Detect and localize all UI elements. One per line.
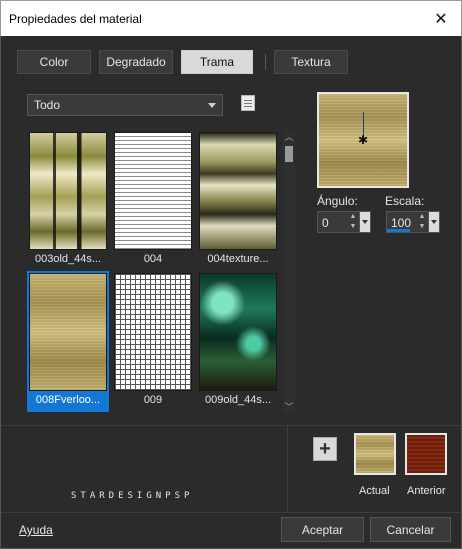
list-view-icon[interactable]: [241, 95, 255, 111]
divider: [1, 512, 461, 513]
chevron-down-icon: [208, 103, 216, 108]
scroll-down-icon[interactable]: ﹀: [283, 400, 295, 412]
pattern-swatch: [199, 273, 277, 391]
tab-color[interactable]: Color: [17, 50, 91, 74]
category-dropdown[interactable]: Todo: [27, 94, 223, 116]
scrollbar-thumb[interactable]: [285, 146, 293, 162]
current-label: Actual: [359, 485, 390, 497]
scale-stepper[interactable]: ▲ ▼: [417, 212, 427, 232]
title-bar: Propiedades del material ✕: [0, 0, 462, 36]
pattern-swatch: [29, 273, 107, 391]
angle-stepper[interactable]: ▲ ▼: [348, 212, 358, 232]
pattern-swatch: [114, 273, 192, 391]
scale-spinner[interactable]: 100 ▲ ▼: [386, 211, 440, 233]
pattern-item[interactable]: 004texture...: [197, 130, 279, 271]
previous-material-swatch[interactable]: [405, 433, 447, 475]
watermark: STARDESIGNPSP: [71, 491, 194, 501]
increment-icon[interactable]: ▲: [349, 212, 357, 221]
pattern-scrollbar[interactable]: ︿ ﹀: [283, 130, 295, 412]
pattern-grid: 003old_44s... 004 004texture... 008Fverl…: [27, 130, 283, 412]
window-title: Propiedades del material: [9, 12, 142, 26]
cancel-button[interactable]: Cancelar: [370, 517, 451, 542]
angle-spinner[interactable]: 0 ▲ ▼: [317, 211, 371, 233]
pattern-label: 008Fverloo...: [35, 394, 101, 406]
tab-bar: Color Degradado Trama Textura: [17, 50, 356, 74]
help-link[interactable]: Ayuda: [19, 523, 53, 537]
increment-icon[interactable]: ▲: [418, 212, 426, 221]
pattern-label: 003old_44s...: [34, 253, 102, 265]
tab-gradient[interactable]: Degradado: [99, 50, 173, 74]
pattern-preview[interactable]: ✱: [317, 92, 409, 188]
scale-label: Escala:: [385, 194, 425, 208]
pattern-item[interactable]: 009old_44s...: [197, 271, 279, 412]
angle-dropdown-button[interactable]: [359, 212, 370, 232]
current-material-swatch[interactable]: [354, 433, 396, 475]
decrement-icon[interactable]: ▼: [349, 222, 357, 231]
pattern-label: 004: [143, 253, 163, 265]
category-value: Todo: [34, 98, 61, 112]
ok-button[interactable]: Aceptar: [281, 517, 364, 542]
pattern-item[interactable]: 009: [112, 271, 194, 412]
pattern-item[interactable]: 004: [112, 130, 194, 271]
scale-level-bar: [387, 229, 411, 232]
angle-label: Ángulo:: [317, 194, 358, 208]
pattern-label: 009old_44s...: [204, 394, 272, 406]
angle-handle-icon[interactable]: ✱: [357, 133, 369, 147]
close-icon[interactable]: ✕: [421, 1, 461, 37]
pattern-item-selected[interactable]: 008Fverloo...: [27, 271, 109, 412]
scale-value: 100: [391, 216, 412, 230]
divider: [1, 425, 461, 426]
tab-texture[interactable]: Textura: [274, 50, 348, 74]
pattern-swatch: [114, 132, 192, 250]
pattern-swatch: [29, 132, 107, 250]
divider: [287, 426, 288, 512]
add-to-swatches-button[interactable]: +: [313, 437, 337, 461]
tab-separator: [265, 54, 266, 70]
pattern-label: 009: [143, 394, 163, 406]
decrement-icon[interactable]: ▼: [418, 222, 426, 231]
scale-dropdown-button[interactable]: [428, 212, 439, 232]
dialog-body: Color Degradado Trama Textura Todo 003ol…: [0, 36, 462, 549]
pattern-item[interactable]: 003old_44s...: [27, 130, 109, 271]
pattern-swatch: [199, 132, 277, 250]
tab-pattern[interactable]: Trama: [181, 50, 253, 74]
pattern-label: 004texture...: [207, 253, 269, 265]
scroll-up-icon[interactable]: ︿: [283, 130, 295, 142]
angle-value: 0: [322, 216, 329, 230]
previous-label: Anterior: [407, 485, 446, 497]
